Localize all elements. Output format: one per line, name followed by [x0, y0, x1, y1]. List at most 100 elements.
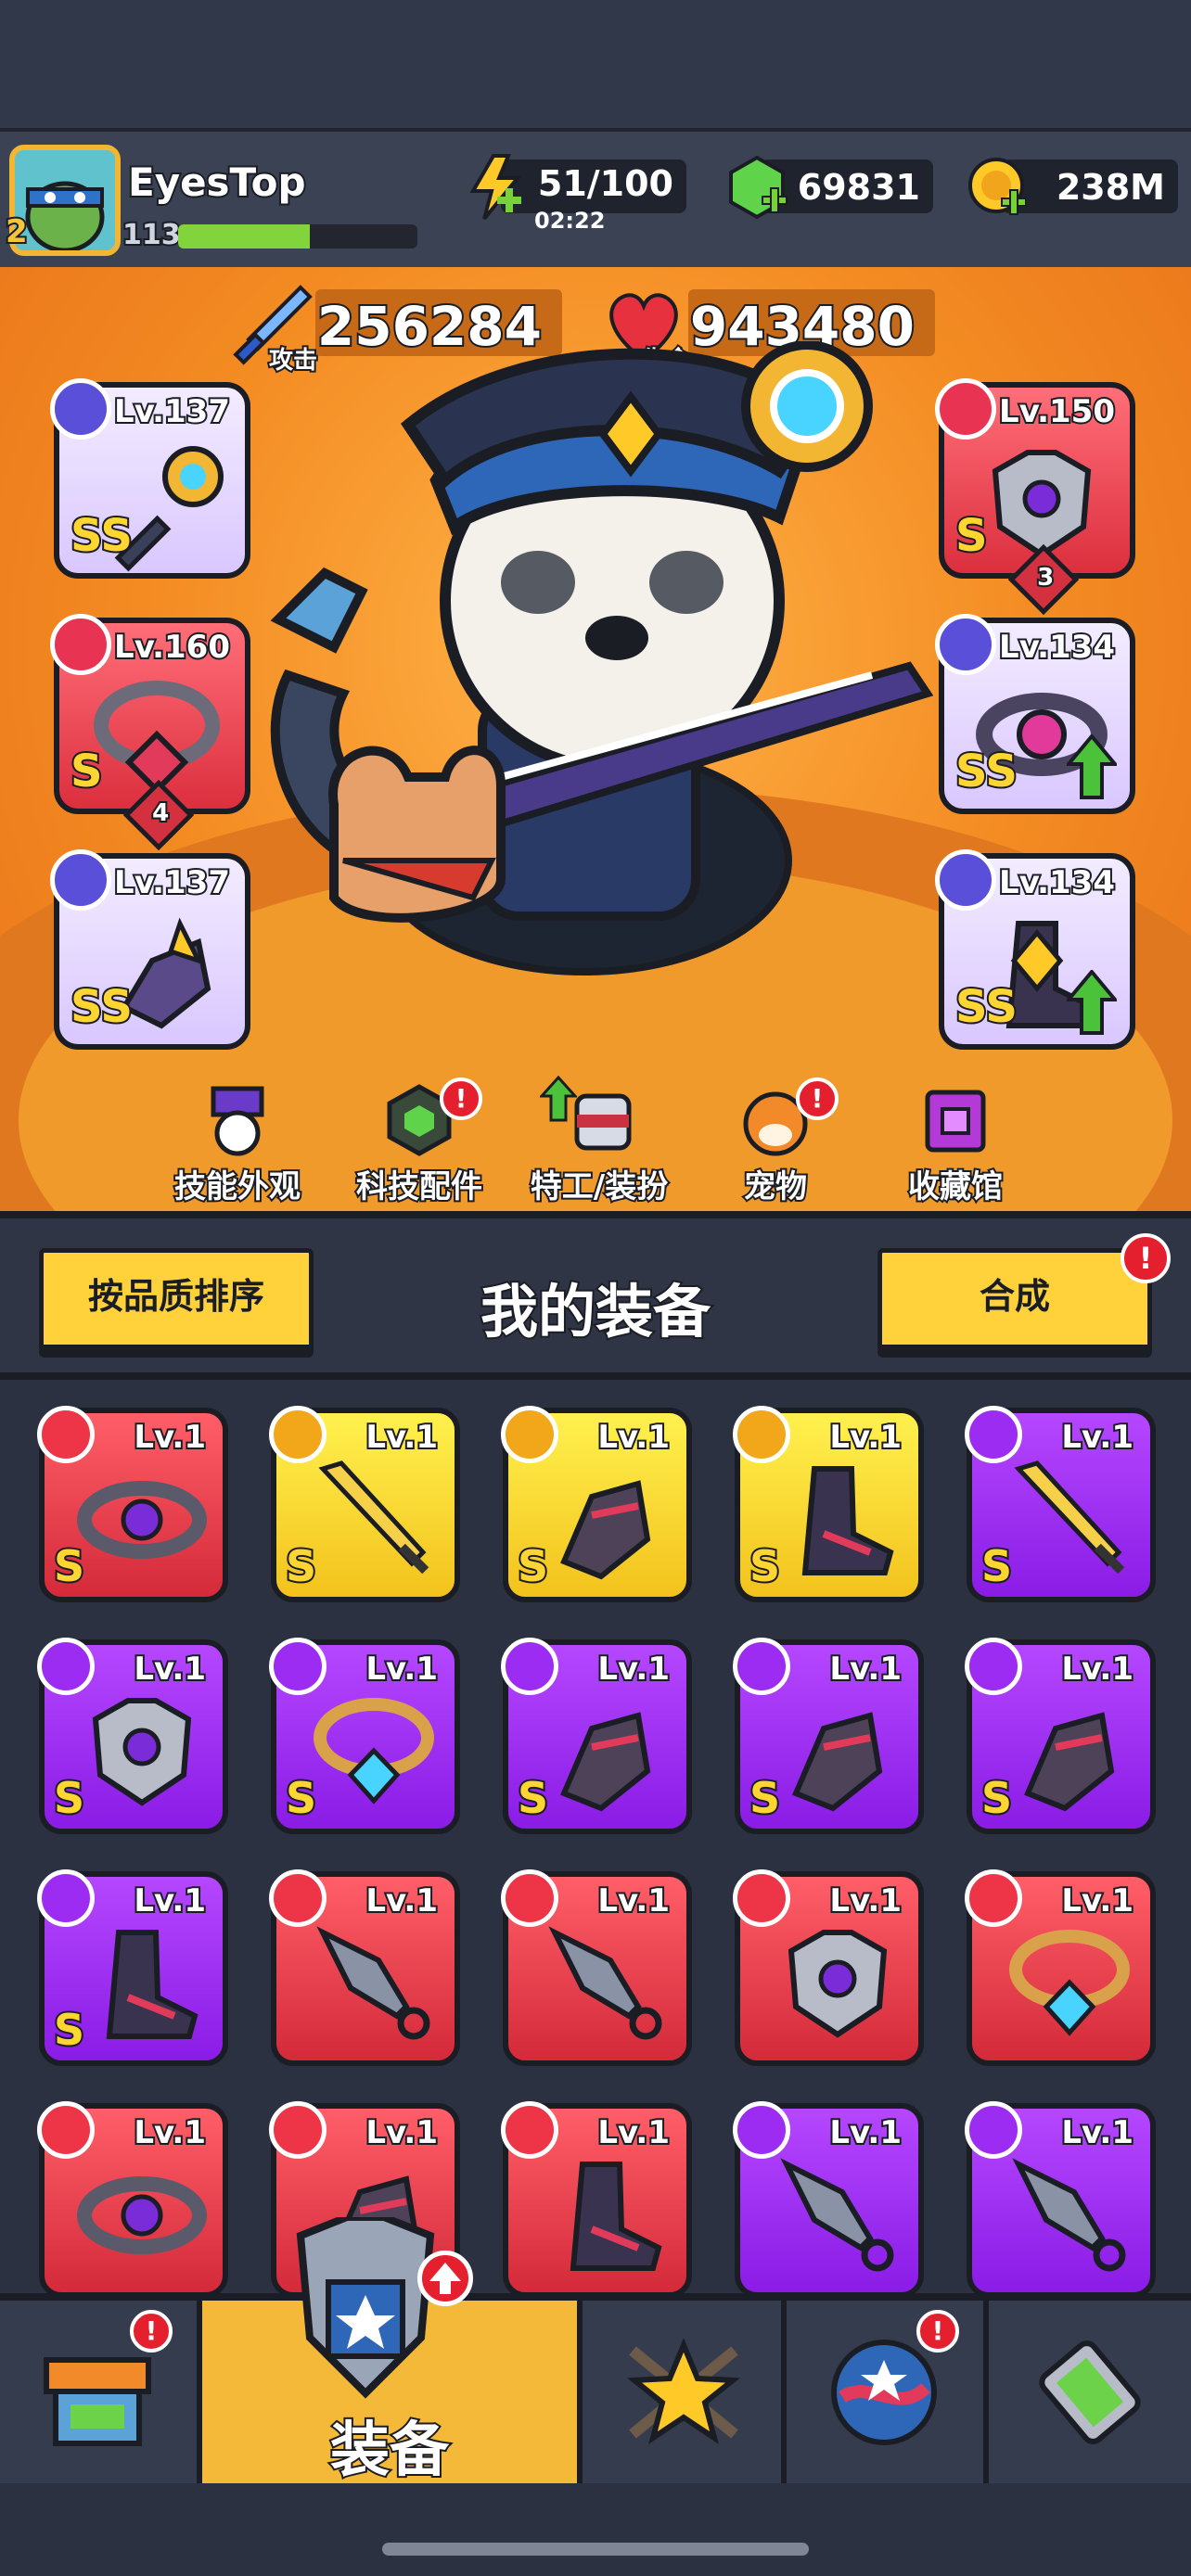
equip-slot-weapon[interactable]: Lv.137 SS — [50, 378, 250, 579]
gems-pill[interactable]: 69831 — [729, 155, 933, 220]
item-level: Lv.1 — [827, 2112, 903, 2153]
equip-slot-level: Lv.137 — [112, 391, 232, 432]
upgrade-arrow-icon — [1067, 734, 1117, 799]
item-grade: S — [516, 1771, 550, 1825]
equip-slot-grade: S — [954, 508, 990, 564]
inventory-item[interactable]: Lv.1 S — [37, 1406, 228, 1602]
item-grade: S — [52, 1771, 86, 1825]
energy-pill[interactable]: 51/100 — [469, 154, 686, 221]
player-header: 2 EyesTop 113 51/100 02:22 69831 238M — [0, 128, 1191, 267]
vip-level: 2 — [4, 211, 30, 252]
sort-by-quality-button[interactable]: 按品质排序 — [39, 1248, 314, 1358]
merge-button[interactable]: 合成 — [877, 1248, 1152, 1358]
energy-timer: 02:22 — [534, 208, 606, 234]
upgrade-arrow-icon — [1067, 970, 1117, 1035]
inventory-item[interactable]: Lv.1 S — [965, 1406, 1156, 1602]
hero-panel: 攻击 256284 生命 943480 Lv.137 — [0, 267, 1191, 1211]
equipment-up-badge — [417, 2251, 473, 2306]
xp-bar-fill — [178, 224, 310, 249]
collection-icon — [925, 1090, 986, 1153]
menu-label: 宠物 — [742, 1167, 809, 1207]
gems-value: 69831 — [797, 167, 920, 208]
menu-pet[interactable]: ! 宠物 — [692, 1078, 859, 1211]
inventory-item[interactable]: Lv.1 — [37, 2101, 228, 2293]
armor-type-icon — [935, 378, 996, 440]
item-grade: S — [52, 2003, 86, 2057]
status-bar — [0, 0, 1191, 128]
item-level: Lv.1 — [596, 1881, 672, 1921]
item-grade: S — [980, 1539, 1014, 1593]
home-indicator[interactable] — [382, 2543, 809, 2556]
bottom-nav: ! 装备 ! — [0, 2217, 1191, 2487]
sword-icon — [318, 1460, 429, 1575]
inventory-item[interactable]: Lv.1 S — [965, 1638, 1156, 1834]
kunai-icon — [780, 2158, 894, 2272]
inventory-item[interactable]: Lv.1 S — [37, 1869, 228, 2066]
inventory-item[interactable]: Lv.1 S — [733, 1638, 924, 1834]
item-grade: S — [52, 1539, 86, 1593]
item-level: Lv.1 — [364, 1649, 440, 1690]
item-level: Lv.1 — [1059, 1881, 1135, 1921]
tab-evolve[interactable] — [989, 2301, 1191, 2483]
gloves-icon — [560, 1480, 651, 1580]
inventory-item[interactable]: Lv.1 S — [37, 1638, 228, 1834]
inventory-item[interactable]: Lv.1 — [733, 2101, 924, 2293]
inventory-item[interactable]: Lv.1 S — [501, 1638, 692, 1834]
item-level: Lv.1 — [132, 1649, 208, 1690]
necklace-icon — [1009, 1930, 1130, 2036]
world-icon — [831, 2340, 937, 2445]
item-level: Lv.1 — [132, 2112, 208, 2153]
equip-slot-grade: S — [69, 744, 105, 799]
equip-slot-level: Lv.137 — [112, 862, 232, 903]
item-grade: S — [748, 1771, 782, 1825]
up-arrow-icon — [429, 2263, 461, 2294]
equip-slot-necklace[interactable]: Lv.160 S 4 — [50, 614, 250, 851]
equip-slot-armor[interactable]: Lv.150 S 3 — [935, 378, 1135, 616]
dna-icon — [1039, 2340, 1141, 2444]
equip-slot-boots[interactable]: Lv.134 SS — [935, 849, 1135, 1050]
belt-icon — [77, 1481, 207, 1559]
item-level: Lv.1 — [132, 1881, 208, 1921]
inventory-item[interactable]: Lv.1 — [733, 1869, 924, 2066]
tab-world[interactable]: ! — [787, 2301, 989, 2483]
star-count: 4 — [150, 797, 171, 829]
item-grade: S — [284, 1539, 318, 1593]
tab-shop[interactable]: ! — [0, 2301, 202, 2483]
merge-alert-badge: ! — [1121, 1233, 1171, 1283]
gold-coin-icon — [968, 158, 1027, 215]
item-grade: S — [748, 1539, 782, 1593]
home-indicator-area — [0, 2483, 1191, 2576]
inventory-item[interactable]: Lv.1 — [501, 1869, 692, 2066]
boots-icon — [801, 1466, 894, 1575]
tab-battle[interactable] — [583, 2301, 787, 2483]
tech-alert-badge: ! — [440, 1078, 482, 1120]
equip-slot-level: Lv.160 — [112, 627, 232, 668]
item-level: Lv.1 — [364, 2112, 440, 2153]
menu-collection[interactable]: 收藏馆 — [872, 1083, 1039, 1211]
item-level: Lv.1 — [827, 1881, 903, 1921]
inventory-item[interactable]: Lv.1 — [965, 1869, 1156, 2066]
inventory-item[interactable]: Lv.1 — [269, 1869, 460, 2066]
equip-slot-belt[interactable]: Lv.134 SS — [935, 614, 1135, 814]
boots-icon — [570, 2162, 662, 2271]
item-level: Lv.1 — [827, 1417, 903, 1458]
inventory-item[interactable]: Lv.1 S — [733, 1406, 924, 1602]
inventory-item[interactable]: Lv.1 S — [269, 1406, 460, 1602]
item-level: Lv.1 — [1059, 1649, 1135, 1690]
menu-agent-costume[interactable]: 特工/装扮 — [516, 1076, 683, 1211]
gold-pill[interactable]: 238M — [968, 158, 1178, 215]
inventory-item[interactable]: Lv.1 — [965, 2101, 1156, 2293]
equip-slot-gloves[interactable]: Lv.137 SS — [50, 849, 250, 1050]
equip-slot-grade: SS — [69, 979, 134, 1035]
inventory-item[interactable]: Lv.1 S — [269, 1638, 460, 1834]
menu-tech-parts[interactable]: ! 科技配件 — [336, 1078, 503, 1211]
shop-icon — [44, 2357, 151, 2446]
battle-star-icon — [626, 2338, 741, 2444]
equip-slot-level: Lv.150 — [997, 391, 1117, 432]
inventory-item[interactable]: Lv.1 — [501, 2101, 692, 2293]
menu-label: 特工/装扮 — [529, 1167, 670, 1207]
inventory-item[interactable]: Lv.1 S — [501, 1406, 692, 1602]
boots-icon — [106, 1930, 198, 2039]
equip-slot-level: Lv.134 — [997, 627, 1117, 668]
menu-skill-skin[interactable]: 技能外观 — [154, 1083, 321, 1211]
